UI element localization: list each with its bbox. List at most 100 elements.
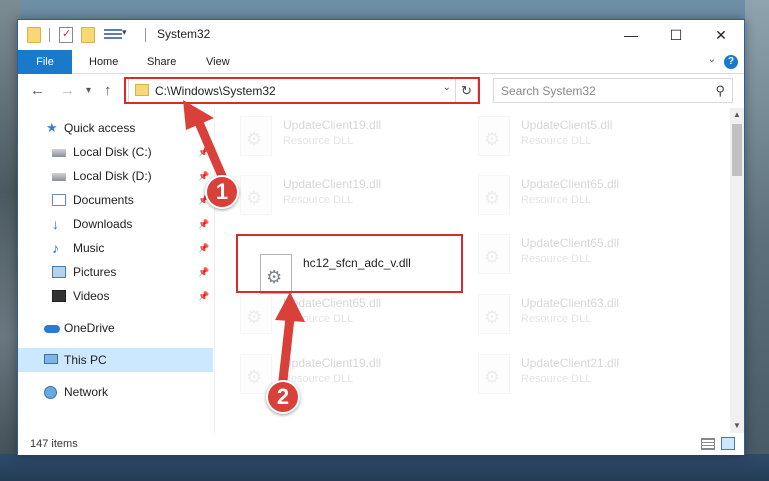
close-button[interactable]: ✕ [699,20,743,50]
onedrive-icon [44,325,60,333]
sidebar-item-label: Documents [73,193,134,207]
file-name: UpdateClient19.dll [283,118,382,132]
maximize-button[interactable]: ☐ [654,20,698,50]
vertical-scrollbar[interactable]: ▲ ▼ [730,108,744,433]
pin-icon: 📌 [198,291,210,301]
videos-icon [52,290,66,302]
file-name: UpdateClient21.dll [521,356,620,370]
sidebar-item-music[interactable]: ♪ Music 📌 [18,236,213,260]
title-bar: ▾ System32 — ☐ ✕ [18,20,744,50]
sidebar-item-quick-access[interactable]: ★ Quick access [18,116,213,140]
file-name: UpdateClient19.dll [283,356,382,370]
refresh-button[interactable]: ↻ [455,79,477,102]
sidebar-item-videos[interactable]: Videos 📌 [18,284,213,308]
tab-view[interactable]: View [206,50,230,74]
expand-ribbon-chevron-icon[interactable]: ⌄ [708,54,716,65]
computer-icon [44,354,58,364]
pin-icon: 📌 [198,267,210,277]
sidebar-item-pictures[interactable]: Pictures 📌 [18,260,213,284]
sidebar-item-label: Pictures [73,265,117,279]
file-type: Resource DLL [521,373,592,385]
sidebar-item-label: Music [73,241,105,255]
navigation-pane: ★ Quick access Local Disk (C:) 📌 Local D… [18,108,213,433]
folder-icon [27,27,41,43]
sidebar-item-label: Downloads [73,217,133,231]
navigation-bar: ← → ▾ ↑ C:\Windows\System32 ⌄ ↻ Search S… [18,75,744,108]
pin-icon: 📌 [198,219,210,229]
item-count: 147 items [30,438,78,450]
documents-icon [52,194,66,206]
dll-file-icon [478,116,510,156]
folder-icon [135,84,149,96]
sidebar-item-this-pc[interactable]: This PC [18,348,213,372]
list-item[interactable]: UpdateClient19.dll Resource DLL [235,110,460,164]
list-item[interactable]: UpdateClient19.dll Resource DLL [235,169,460,223]
recent-locations-button[interactable]: ▾ [86,85,91,96]
scroll-up-arrow-icon[interactable]: ▲ [730,108,744,122]
scrollbar-thumb[interactable] [732,124,742,176]
customize-toolbar-chevron-icon[interactable]: ▾ [122,27,127,38]
list-item[interactable]: UpdateClient5.dll Resource DLL [473,110,698,164]
toolbar-separator [145,28,146,42]
search-icon: ⚲ [715,83,725,98]
dll-file-icon [240,175,272,215]
desktop-background-right [745,0,769,481]
back-button[interactable]: ← [30,82,45,99]
dll-file-icon [478,354,510,394]
dll-file-icon [478,175,510,215]
sidebar-item-label: This PC [64,353,107,367]
list-item[interactable]: UpdateClient63.dll Resource DLL [473,288,698,342]
ribbon-tabs: File Home Share View ⌄ ? [18,50,744,74]
sidebar-item-label: Videos [73,289,110,303]
list-item[interactable]: UpdateClient21.dll Resource DLL [473,348,698,402]
list-item[interactable]: UpdateClient65.dll Resource DLL [473,228,698,282]
address-path[interactable]: C:\Windows\System32 [155,84,276,98]
sidebar-item-onedrive[interactable]: OneDrive [18,316,213,340]
tab-home[interactable]: Home [89,50,118,74]
step-2-badge: 2 [266,380,300,414]
file-name: UpdateClient19.dll [283,177,382,191]
sidebar-item-documents[interactable]: Documents 📌 [18,188,213,212]
up-button[interactable]: ↑ [104,82,112,99]
address-bar[interactable]: C:\Windows\System32 ⌄ ↻ [128,78,478,103]
file-name: UpdateClient65.dll [521,236,620,250]
search-placeholder: Search System32 [501,84,596,98]
desktop-background-bottom [0,454,769,481]
drive-icon [52,173,66,181]
sidebar-item-network[interactable]: Network [18,380,213,404]
drive-icon [52,149,66,157]
forward-button[interactable]: → [60,82,75,99]
tab-share[interactable]: Share [147,50,176,74]
list-item[interactable]: UpdateClient65.dll Resource DLL [473,169,698,223]
view-options-icon[interactable] [104,27,122,43]
sidebar-item-label: OneDrive [64,321,115,335]
scroll-down-arrow-icon[interactable]: ▼ [730,419,744,433]
file-type: Resource DLL [283,135,354,147]
dll-file-icon [240,294,272,334]
sidebar-item-downloads[interactable]: ↓ Downloads 📌 [18,212,213,236]
minimize-button[interactable]: — [609,20,653,50]
file-explorer-window: ▾ System32 — ☐ ✕ File Home Share View ⌄ … [17,19,745,455]
downloads-icon: ↓ [52,216,59,232]
details-view-icon[interactable] [701,438,715,450]
new-folder-icon[interactable] [81,27,95,43]
help-icon[interactable]: ? [724,55,738,69]
properties-icon[interactable] [59,27,73,43]
address-dropdown-chevron-icon[interactable]: ⌄ [443,82,451,93]
toolbar-separator [49,28,50,42]
star-icon: ★ [46,120,58,135]
sidebar-item-local-disk-d[interactable]: Local Disk (D:) 📌 [18,164,213,188]
sidebar-item-label: Local Disk (C:) [73,145,152,159]
dll-file-icon [478,234,510,274]
sidebar-item-label: Quick access [64,121,136,135]
file-type: Resource DLL [521,253,592,265]
tab-file[interactable]: File [18,50,72,74]
large-icons-view-icon[interactable] [721,437,735,450]
music-icon: ♪ [52,240,59,256]
search-input[interactable]: Search System32 ⚲ [493,78,733,103]
step-1-badge: 1 [205,175,239,209]
list-item[interactable]: UpdateClient65.dll Resource DLL [235,288,460,342]
file-name: UpdateClient65.dll [283,296,382,310]
sidebar-item-local-disk-c[interactable]: Local Disk (C:) 📌 [18,140,213,164]
file-type: Resource DLL [283,313,354,325]
